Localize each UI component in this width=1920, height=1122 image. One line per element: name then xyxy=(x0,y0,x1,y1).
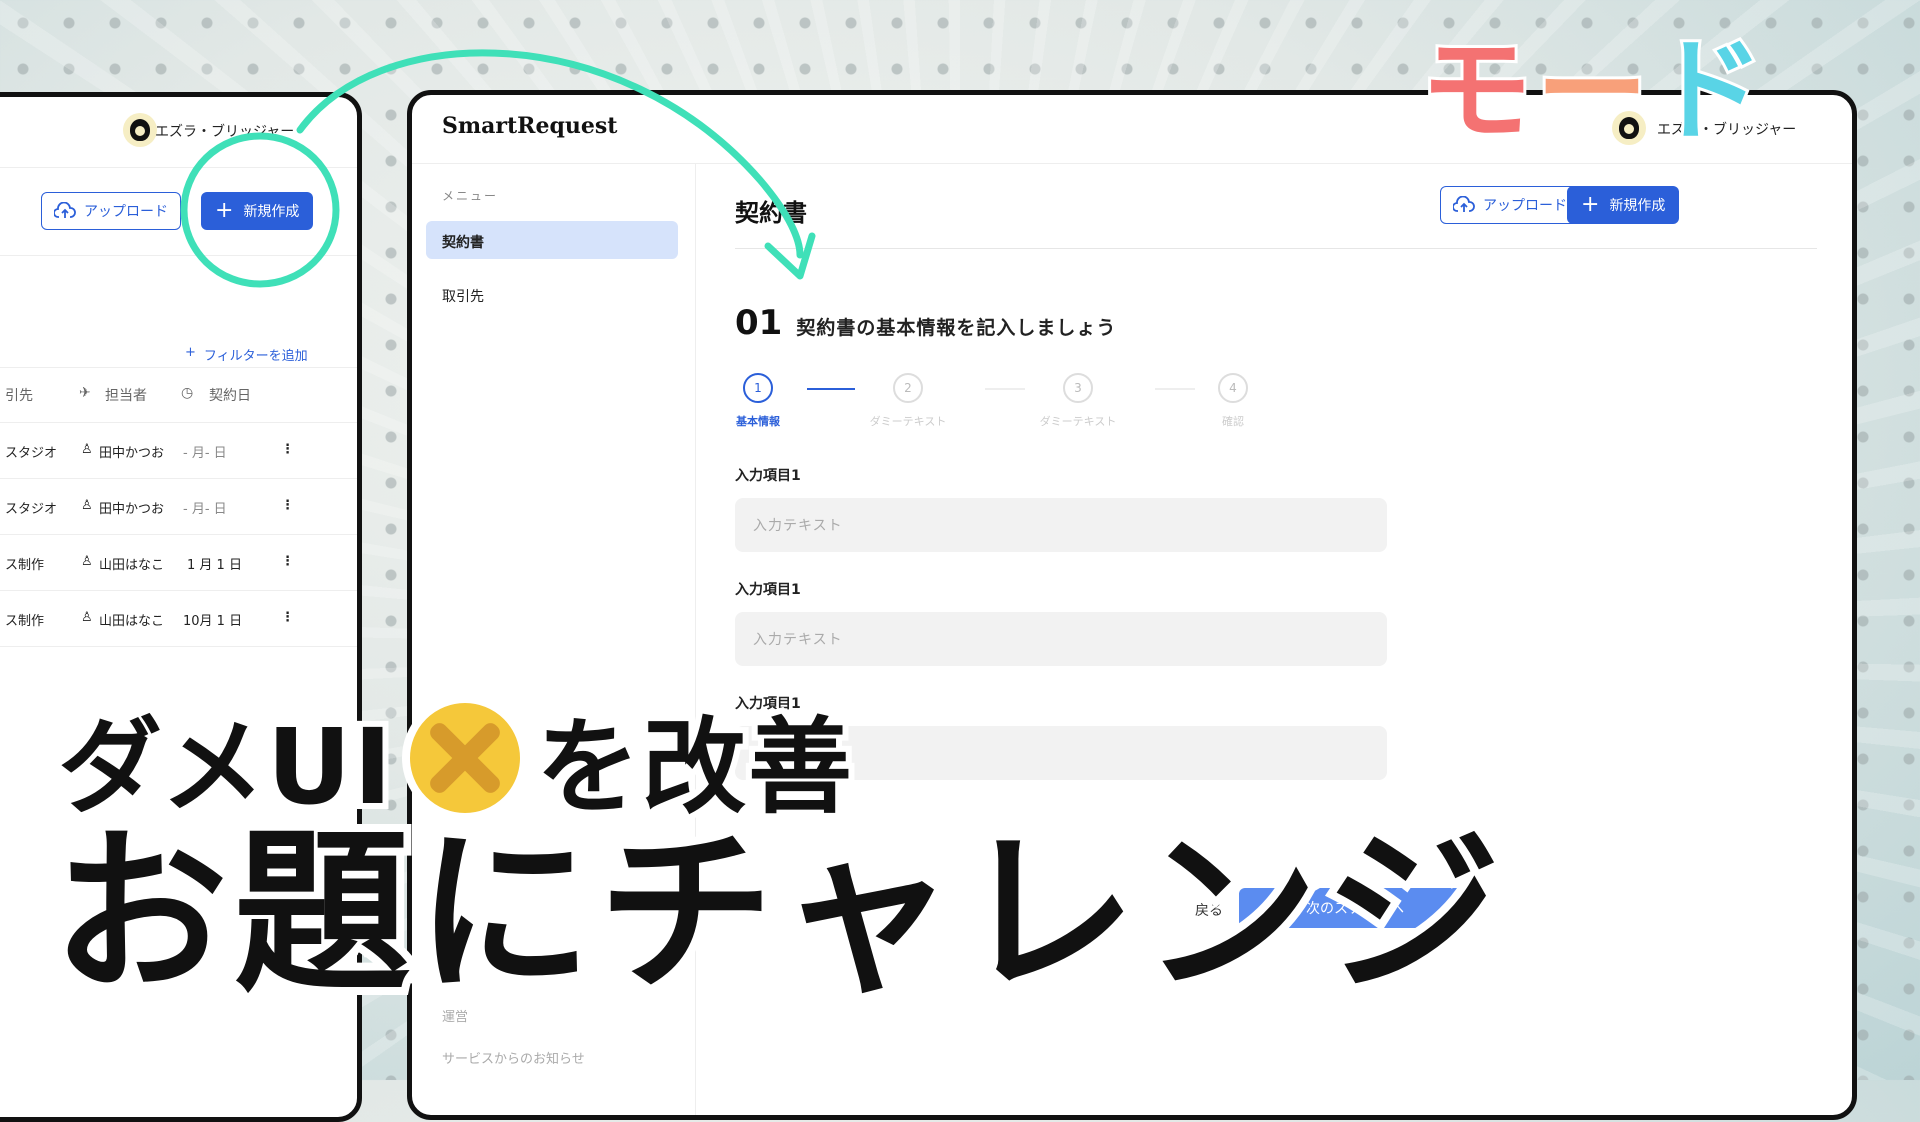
progress-stepper: 1 基本情報 2 ダミーテキスト 3 ダミーテキスト 4 確認 xyxy=(735,373,1255,433)
upload-button[interactable]: アップロード xyxy=(41,192,181,230)
clock-icon: ◷ xyxy=(181,385,194,401)
divider xyxy=(735,248,1817,249)
field-label: 入力項目1 xyxy=(735,468,801,484)
step-4[interactable]: 4 確認 xyxy=(1213,373,1253,429)
more-options-icon[interactable]: ⋮ xyxy=(281,442,294,457)
cell-person: 山田はなこ xyxy=(99,558,165,573)
cell-client: スタジオ xyxy=(5,446,58,461)
step-title: 契約書の基本情報を記入しましょう xyxy=(796,317,1117,339)
cell-date: 1 月 1 日 xyxy=(187,558,242,573)
more-options-icon[interactable]: ⋮ xyxy=(281,610,294,625)
step-connector xyxy=(1155,388,1195,390)
cell-date: 10月 1 日 xyxy=(183,614,243,629)
user-icon: ♙ xyxy=(81,610,93,625)
user-face-icon xyxy=(130,119,150,141)
cell-date: - 月- 日 xyxy=(183,446,227,461)
cell-client: ス制作 xyxy=(5,558,45,573)
new-create-button[interactable]: + 新規作成 xyxy=(1567,186,1680,224)
user-icon: ♙ xyxy=(81,498,93,513)
cell-date: - 月- 日 xyxy=(183,502,227,517)
step-connector xyxy=(985,388,1025,390)
table-row[interactable]: スタジオ ♙ 田中かつお - 月- 日 ⋮ xyxy=(0,423,357,479)
menu-label: メニュー xyxy=(442,189,499,203)
text-input-2[interactable]: 入力テキスト xyxy=(735,612,1387,666)
new-create-button[interactable]: + 新規作成 xyxy=(201,192,314,230)
step-connector xyxy=(807,388,855,390)
cloud-upload-icon xyxy=(54,202,76,218)
left-header: エズラ・ブリッジャー xyxy=(0,97,357,168)
user-name: エズラ・ブリッジャー xyxy=(155,124,295,140)
more-options-icon[interactable]: ⋮ xyxy=(281,498,294,513)
avatar[interactable] xyxy=(123,113,157,147)
sidebar-item-clients[interactable]: 取引先 xyxy=(426,275,678,313)
caption-line-2: お題にチャレンジ xyxy=(44,811,1508,1016)
cell-person: 田中かつお xyxy=(99,502,165,517)
table-header: 引先 ✈ 担当者 ◷ 契約日 xyxy=(0,367,357,423)
table-row[interactable]: スタジオ ♙ 田中かつお - 月- 日 ⋮ xyxy=(0,479,357,535)
brand-logo[interactable]: SmartRequest xyxy=(442,113,617,139)
column-person[interactable]: 担当者 xyxy=(105,385,147,405)
cell-person: 山田はなこ xyxy=(99,614,165,629)
step-3[interactable]: 3 ダミーテキスト xyxy=(1033,373,1123,429)
step-1[interactable]: 1 基本情報 xyxy=(735,373,781,429)
table-row[interactable]: ス制作 ♙ 山田はなこ 10月 1 日 ⋮ xyxy=(0,591,357,647)
column-client[interactable]: 引先 xyxy=(5,385,33,405)
user-icon: ♙ xyxy=(81,554,93,569)
table-row[interactable]: ス制作 ♙ 山田はなこ 1 月 1 日 ⋮ xyxy=(0,535,357,591)
step-2[interactable]: 2 ダミーテキスト xyxy=(863,373,953,429)
more-options-icon[interactable]: ⋮ xyxy=(281,554,294,569)
add-filter-link[interactable]: + フィルターを追加 xyxy=(185,345,308,364)
step-heading: 01 契約書の基本情報を記入しましょう xyxy=(735,303,1116,343)
user-icon: ♙ xyxy=(81,442,93,457)
step-number: 01 xyxy=(735,303,783,343)
plus-icon: + xyxy=(215,198,234,223)
upload-button[interactable]: アップロード xyxy=(1440,186,1580,224)
divider xyxy=(0,255,357,256)
cell-person: 田中かつお xyxy=(99,446,165,461)
field-label: 入力項目1 xyxy=(735,582,801,598)
person-icon: ✈ xyxy=(79,385,91,401)
plus-icon: + xyxy=(1581,192,1600,217)
page-title: 契約書 xyxy=(735,199,807,227)
column-date[interactable]: 契約日 xyxy=(209,385,251,405)
plus-icon: + xyxy=(185,345,196,360)
sidebar-item-contracts[interactable]: 契約書 xyxy=(426,221,678,259)
cell-client: ス制作 xyxy=(5,614,45,629)
cell-client: スタジオ xyxy=(5,502,58,517)
contract-table: 引先 ✈ 担当者 ◷ 契約日 スタジオ ♙ 田中かつお - 月- 日 ⋮ スタジ… xyxy=(0,367,357,647)
cloud-upload-icon xyxy=(1453,196,1475,212)
sidebar-item-announcements[interactable]: サービスからのお知らせ xyxy=(442,1048,585,1067)
text-input-1[interactable]: 入力テキスト xyxy=(735,498,1387,552)
mode-title-badge: モード xyxy=(1417,26,1768,156)
no-gesture-emoji-icon xyxy=(402,694,529,821)
